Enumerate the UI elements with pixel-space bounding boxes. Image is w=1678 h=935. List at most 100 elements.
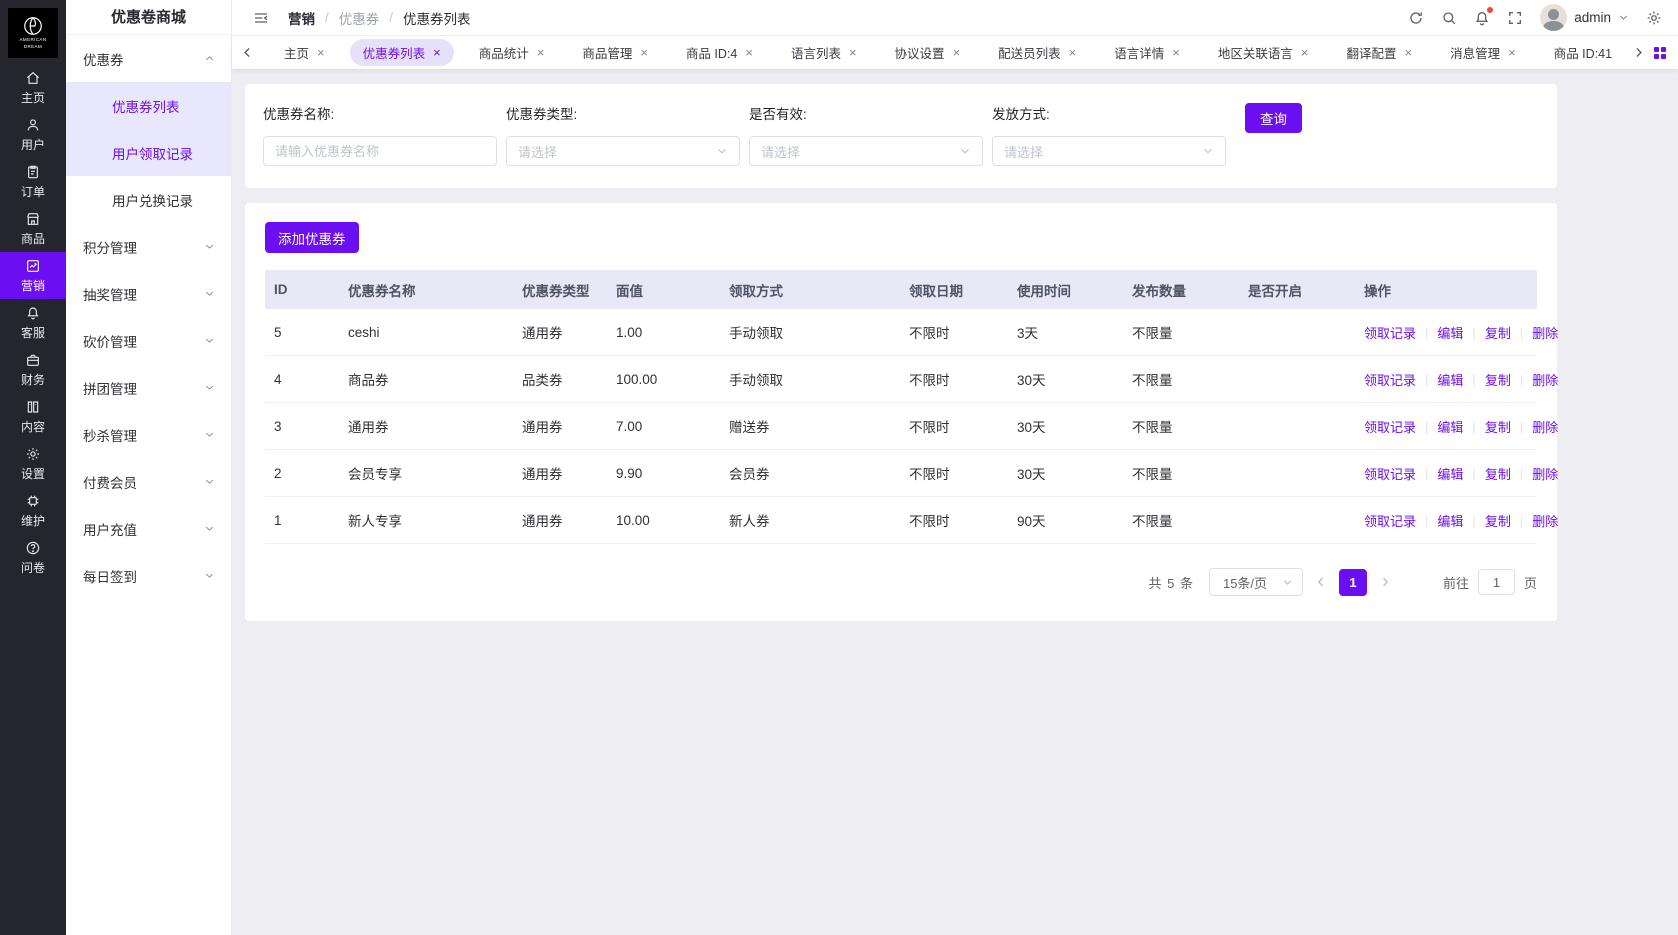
action-edit[interactable]: 编辑 xyxy=(1437,511,1463,530)
action-copy[interactable]: 复制 xyxy=(1485,464,1511,483)
action-delete[interactable]: 删除 xyxy=(1532,417,1558,436)
coupon-name-input[interactable] xyxy=(263,136,497,166)
tab-label: 主页 xyxy=(284,43,309,62)
rail-item-survey[interactable]: 问卷 xyxy=(0,534,66,581)
action-receive-records[interactable]: 领取记录 xyxy=(1364,464,1416,483)
close-icon[interactable]: × xyxy=(537,46,545,59)
tab-3[interactable]: 商品管理 × xyxy=(569,39,661,66)
menu-item[interactable]: 用户领取记录 xyxy=(66,129,231,176)
tab-4[interactable]: 商品 ID:4× xyxy=(673,39,766,66)
close-icon[interactable]: × xyxy=(1405,46,1413,59)
close-icon[interactable]: × xyxy=(745,46,753,59)
tab-2[interactable]: 商品统计× xyxy=(466,39,558,66)
notifications-bell-icon[interactable] xyxy=(1474,10,1490,26)
menu-item[interactable]: 优惠券列表 xyxy=(66,82,231,129)
page-number-button[interactable]: 1 xyxy=(1339,569,1367,596)
menu-group-8[interactable]: 每日签到 xyxy=(66,552,231,599)
rail-item-settings[interactable]: 设置 xyxy=(0,440,66,487)
search-button[interactable]: 查询 xyxy=(1245,103,1302,133)
tab-label: 商品管理 xyxy=(582,43,632,62)
action-receive-records[interactable]: 领取记录 xyxy=(1364,417,1416,436)
action-edit[interactable]: 编辑 xyxy=(1437,370,1463,389)
rail-item-content[interactable]: 内容 xyxy=(0,393,66,440)
issue-method-select[interactable]: 请选择 xyxy=(992,136,1226,166)
prev-page-icon[interactable] xyxy=(1315,576,1327,588)
table-header-row: ID优惠券名称优惠券类型面值领取方式领取日期使用时间发布数量是否开启操作 xyxy=(265,270,1537,309)
action-edit[interactable]: 编辑 xyxy=(1437,464,1463,483)
close-icon[interactable]: × xyxy=(1508,46,1516,59)
close-icon[interactable]: × xyxy=(1172,46,1180,59)
menu-group-2[interactable]: 抽奖管理 xyxy=(66,270,231,317)
tab-11[interactable]: 消息管理× xyxy=(1437,39,1529,66)
action-edit[interactable]: 编辑 xyxy=(1437,417,1463,436)
coupon-type-select[interactable]: 请选择 xyxy=(506,136,740,166)
tabs-scroll-left-icon[interactable] xyxy=(236,46,259,59)
tab-0[interactable]: 主页 × xyxy=(271,39,338,66)
menu-group-1[interactable]: 积分管理 xyxy=(66,223,231,270)
close-icon[interactable]: × xyxy=(1620,46,1621,59)
page-size-select[interactable]: 15条/页 xyxy=(1209,568,1303,596)
rail-item-products[interactable]: 商品 xyxy=(0,205,66,252)
column-header: 发布数量 xyxy=(1123,280,1239,300)
add-coupon-button[interactable]: 添加优惠券 xyxy=(265,222,359,253)
close-icon[interactable]: × xyxy=(849,46,857,59)
tab-1[interactable]: 优惠券列表× xyxy=(350,39,454,66)
action-delete[interactable]: 删除 xyxy=(1532,511,1558,530)
refresh-icon[interactable] xyxy=(1408,10,1424,26)
collapse-sidebar-icon[interactable] xyxy=(253,10,269,26)
tab-10[interactable]: 翻译配置× xyxy=(1333,39,1425,66)
menu-group-6[interactable]: 付费会员 xyxy=(66,458,231,505)
rail-item-service[interactable]: 客服 xyxy=(0,299,66,346)
logo-mark-icon xyxy=(22,15,44,37)
menu-group-0[interactable]: 优惠券 xyxy=(66,35,231,82)
search-icon[interactable] xyxy=(1441,10,1457,26)
action-receive-records[interactable]: 领取记录 xyxy=(1364,370,1416,389)
goto-page-input[interactable] xyxy=(1478,569,1515,595)
close-icon[interactable]: × xyxy=(433,46,441,59)
action-delete[interactable]: 删除 xyxy=(1532,323,1558,342)
tab-options-grid-icon[interactable] xyxy=(1654,47,1666,59)
tab-9[interactable]: 地区关联语言× xyxy=(1205,39,1322,66)
breadcrumb-item[interactable]: 营销 xyxy=(288,8,315,28)
menu-group-3[interactable]: 砍价管理 xyxy=(66,317,231,364)
close-icon[interactable]: × xyxy=(640,46,648,59)
tab-5[interactable]: 语言列表× xyxy=(778,39,870,66)
rail-item-marketing[interactable]: 营销 xyxy=(0,252,66,299)
menu-group-4[interactable]: 拼团管理 xyxy=(66,364,231,411)
action-copy[interactable]: 复制 xyxy=(1485,511,1511,530)
rail-item-home[interactable]: 主页 xyxy=(0,64,66,111)
settings-gear-icon[interactable] xyxy=(1646,10,1662,26)
action-receive-records[interactable]: 领取记录 xyxy=(1364,511,1416,530)
close-icon[interactable]: × xyxy=(1069,46,1077,59)
action-delete[interactable]: 删除 xyxy=(1532,464,1558,483)
action-copy[interactable]: 复制 xyxy=(1485,417,1511,436)
rail-item-orders[interactable]: 订单 xyxy=(0,158,66,205)
is-valid-select[interactable]: 请选择 xyxy=(749,136,983,166)
action-copy[interactable]: 复制 xyxy=(1485,323,1511,342)
menu-group-5[interactable]: 秒杀管理 xyxy=(66,411,231,458)
menu-item[interactable]: 用户兑换记录 xyxy=(66,176,231,223)
close-icon[interactable]: × xyxy=(953,46,961,59)
rail-item-maintenance[interactable]: 维护 xyxy=(0,487,66,534)
breadcrumb-item[interactable]: 优惠券 xyxy=(339,8,380,28)
fullscreen-icon[interactable] xyxy=(1507,10,1523,26)
action-copy[interactable]: 复制 xyxy=(1485,370,1511,389)
tabs-scroll-right-icon[interactable] xyxy=(1627,46,1650,59)
close-icon[interactable]: × xyxy=(1301,46,1309,59)
action-edit[interactable]: 编辑 xyxy=(1437,323,1463,342)
row-actions: 领取记录|编辑|复制|删除 xyxy=(1355,417,1558,436)
action-separator: | xyxy=(1472,419,1475,434)
user-menu[interactable]: admin xyxy=(1540,4,1629,31)
tab-6[interactable]: 协议设置× xyxy=(882,39,974,66)
action-delete[interactable]: 删除 xyxy=(1532,370,1558,389)
close-icon[interactable]: × xyxy=(317,46,325,59)
rail-item-users[interactable]: 用户 xyxy=(0,111,66,158)
tab-7[interactable]: 配送员列表× xyxy=(985,39,1089,66)
action-receive-records[interactable]: 领取记录 xyxy=(1364,323,1416,342)
filter-label: 是否有效: xyxy=(749,103,983,123)
tab-8[interactable]: 语言详情× xyxy=(1101,39,1193,66)
rail-item-finance[interactable]: 财务 xyxy=(0,346,66,393)
menu-group-7[interactable]: 用户充值 xyxy=(66,505,231,552)
tab-12[interactable]: 商品 ID:41× xyxy=(1541,39,1621,66)
next-page-icon[interactable] xyxy=(1379,576,1391,588)
